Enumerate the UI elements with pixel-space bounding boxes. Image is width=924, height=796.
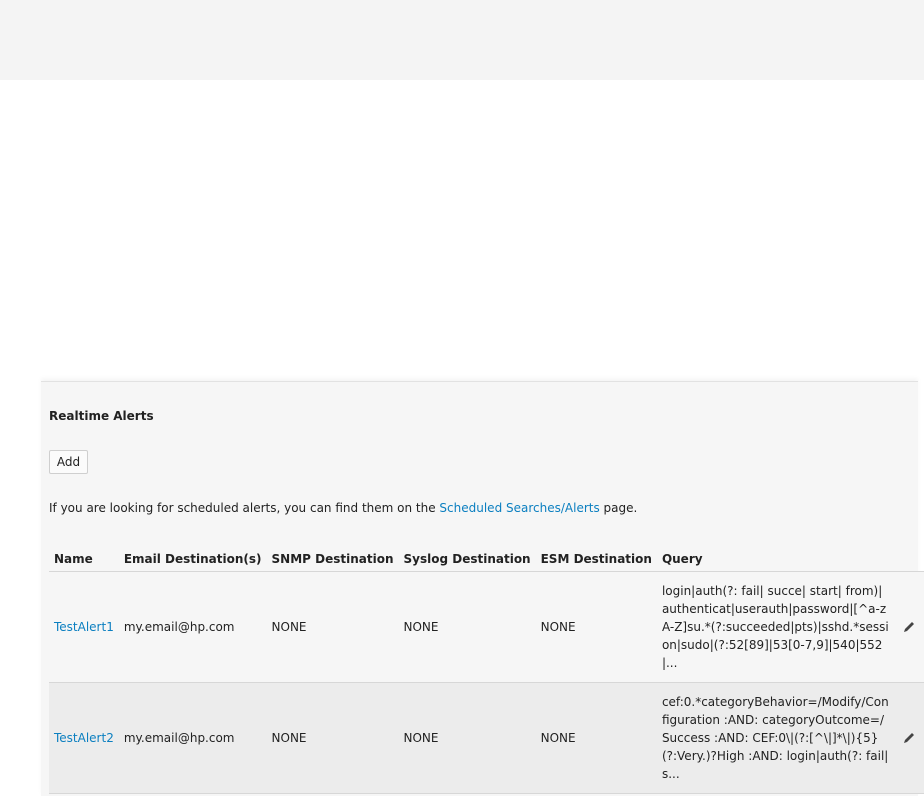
snmp-cell: NONE [266,571,399,683]
query-cell: login|auth(?: fail| succe| start| from)|… [656,571,894,683]
query-text: login|auth(?: fail| succe| start| from)|… [661,584,889,670]
column-header-esm: ESM Destination [540,552,652,566]
realtime-alerts-panel: Realtime Alerts Add If you are looking f… [41,381,924,796]
section-title: Realtime Alerts [49,409,154,423]
column-header-snmp: SNMP Destination [271,552,394,566]
add-button[interactable]: Add [49,450,88,474]
edit-pencil-icon[interactable] [899,618,921,636]
syslog-cell: NONE [398,682,536,794]
column-header-query: Query [661,552,703,566]
table-header-row: Name Email Destination(s) SNMP Destinati… [49,547,924,572]
scheduled-searches-link[interactable]: Scheduled Searches/Alerts [439,501,599,515]
scheduled-alerts-info: If you are looking for scheduled alerts,… [49,501,637,515]
alert-name-link[interactable]: TestAlert1 [54,620,114,634]
edit-pencil-icon[interactable] [899,729,921,747]
alerts-table: Name Email Destination(s) SNMP Destinati… [49,547,924,794]
alert-name-cell: TestAlert2 [49,682,119,794]
info-text-after: page. [599,501,638,515]
column-header-syslog: Syslog Destination [403,552,531,566]
actions-cell [893,571,924,683]
column-header-actions [894,547,924,572]
table-row: TestAlert2 my.email@hp.com NONE NONE NON… [49,682,924,794]
actions-cell [893,682,924,794]
email-cell: my.email@hp.com [118,571,267,683]
column-header-name: Name [54,552,93,566]
alert-name-cell: TestAlert1 [49,571,119,683]
alert-name-link[interactable]: TestAlert2 [54,731,114,745]
snmp-cell: NONE [266,682,399,794]
top-band [0,0,924,80]
info-text-before: If you are looking for scheduled alerts,… [49,501,440,515]
table-row: TestAlert1 my.email@hp.com NONE NONE NON… [49,571,924,683]
esm-cell: NONE [535,682,657,794]
syslog-cell: NONE [398,571,536,683]
query-text: cef:0.*categoryBehavior=/Modify/Configur… [661,695,889,781]
query-cell: cef:0.*categoryBehavior=/Modify/Configur… [656,682,894,794]
column-header-email: Email Destination(s) [123,552,262,566]
email-cell: my.email@hp.com [118,682,267,794]
esm-cell: NONE [535,571,657,683]
